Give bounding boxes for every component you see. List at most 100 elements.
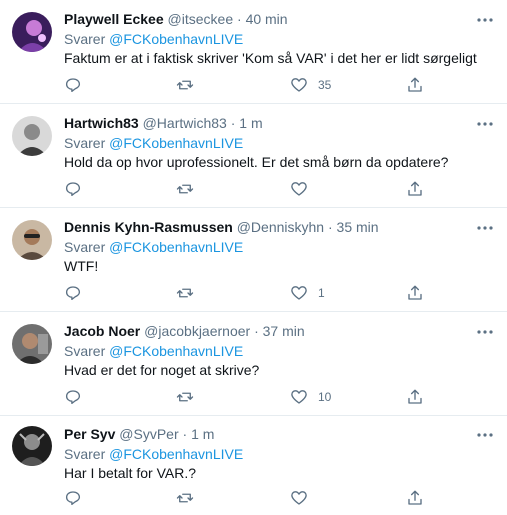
tweet-content: Playwell Eckee @itseckee · 40 min Svarer…	[64, 10, 495, 68]
timestamp[interactable]: 1 m	[239, 115, 262, 131]
display-name[interactable]: Playwell Eckee	[64, 11, 164, 27]
heart-icon	[290, 388, 308, 406]
timestamp[interactable]: 35 min	[337, 219, 379, 235]
share-icon	[406, 388, 424, 406]
share-icon	[406, 76, 424, 94]
heart-icon	[290, 284, 308, 302]
timestamp[interactable]: 40 min	[246, 11, 288, 27]
tweet[interactable]: Dennis Kyhn-Rasmussen @Denniskyhn · 35 m…	[0, 208, 507, 312]
tweet-content: Hartwich83 @Hartwich83 · 1 m Svarer @FCK…	[64, 114, 495, 172]
mention-link[interactable]: @FCKobenhavnLIVE	[109, 446, 243, 462]
tweet-text: Faktum er at i faktisk skriver 'Kom så V…	[64, 50, 477, 66]
like-button[interactable]: 10	[290, 387, 331, 407]
retweet-button[interactable]	[176, 179, 194, 199]
replying-to-label: Svarer	[64, 239, 106, 255]
tweet-actions: 1	[64, 283, 434, 303]
like-button[interactable]: 1	[290, 283, 325, 303]
avatar[interactable]	[12, 324, 52, 364]
tweet-text: Har I betalt for VAR.?	[64, 465, 197, 481]
avatar[interactable]	[12, 116, 52, 156]
replying-to: Svarer @FCKobenhavnLIVE	[64, 134, 495, 152]
mention-link[interactable]: @FCKobenhavnLIVE	[109, 31, 243, 47]
heart-icon	[290, 489, 308, 507]
share-button[interactable]	[406, 75, 424, 95]
tweet-content: Dennis Kyhn-Rasmussen @Denniskyhn · 35 m…	[64, 218, 495, 276]
separator: ·	[254, 323, 259, 339]
reply-button[interactable]	[64, 488, 82, 508]
like-count: 1	[318, 286, 325, 300]
reply-button[interactable]	[64, 179, 82, 199]
more-icon[interactable]	[475, 325, 495, 339]
like-button[interactable]	[290, 488, 318, 508]
share-button[interactable]	[406, 488, 424, 508]
replying-to: Svarer @FCKobenhavnLIVE	[64, 30, 495, 48]
reply-button[interactable]	[64, 75, 82, 95]
tweet-header: Playwell Eckee @itseckee · 40 min	[64, 10, 495, 28]
replying-to: Svarer @FCKobenhavnLIVE	[64, 445, 495, 463]
display-name[interactable]: Per Syv	[64, 426, 115, 442]
separator: ·	[182, 426, 188, 442]
separator: ·	[327, 219, 333, 235]
tweet-content: Jacob Noer @jacobkjaernoer · 37 min Svar…	[64, 322, 495, 380]
user-handle[interactable]: @itseckee	[168, 11, 234, 27]
timestamp[interactable]: 37 min	[263, 323, 305, 339]
heart-icon	[290, 180, 308, 198]
tweet-actions: 10	[64, 387, 434, 407]
like-count: 35	[318, 78, 332, 92]
like-count: 10	[318, 390, 332, 404]
timestamp[interactable]: 1 m	[191, 426, 214, 442]
replying-to: Svarer @FCKobenhavnLIVE	[64, 238, 495, 256]
avatar[interactable]	[12, 12, 52, 52]
retweet-button[interactable]	[176, 75, 194, 95]
mention-link[interactable]: @FCKobenhavnLIVE	[109, 343, 243, 359]
display-name[interactable]: Dennis Kyhn-Rasmussen	[64, 219, 233, 235]
user-handle[interactable]: @Hartwich83	[143, 115, 227, 131]
tweet-text: WTF!	[64, 258, 99, 274]
tweet-actions: 35	[64, 75, 434, 95]
more-icon[interactable]	[475, 428, 495, 442]
more-icon[interactable]	[475, 13, 495, 27]
reply-button[interactable]	[64, 387, 82, 407]
share-icon	[406, 180, 424, 198]
retweet-button[interactable]	[176, 387, 194, 407]
mention-link[interactable]: @FCKobenhavnLIVE	[109, 135, 243, 151]
share-button[interactable]	[406, 387, 424, 407]
replying-to: Svarer @FCKobenhavnLIVE	[64, 342, 495, 360]
share-button[interactable]	[406, 179, 424, 199]
more-icon[interactable]	[475, 117, 495, 131]
user-handle[interactable]: @Denniskyhn	[237, 219, 324, 235]
reply-icon	[64, 284, 82, 302]
tweet-text: Hold da op hvor uprofessionelt. Er det s…	[64, 154, 449, 170]
reply-icon	[64, 489, 82, 507]
avatar[interactable]	[12, 220, 52, 260]
reply-icon	[64, 180, 82, 198]
avatar[interactable]	[12, 426, 52, 466]
display-name[interactable]: Hartwich83	[64, 115, 139, 131]
display-name[interactable]: Jacob Noer	[64, 323, 140, 339]
share-icon	[406, 489, 424, 507]
share-button[interactable]	[406, 283, 424, 303]
reply-icon	[64, 76, 82, 94]
replying-to-label: Svarer	[64, 135, 106, 151]
tweet[interactable]: Jacob Noer @jacobkjaernoer · 37 min Svar…	[0, 312, 507, 416]
tweet[interactable]: Playwell Eckee @itseckee · 40 min Svarer…	[0, 0, 507, 104]
tweet-actions	[64, 488, 434, 508]
retweet-icon	[176, 284, 194, 302]
user-handle[interactable]: @SyvPer	[119, 426, 178, 442]
tweet-content: Per Syv @SyvPer · 1 m Svarer @FCKobenhav…	[64, 425, 495, 483]
retweet-button[interactable]	[176, 488, 194, 508]
retweet-button[interactable]	[176, 283, 194, 303]
reply-icon	[64, 388, 82, 406]
more-icon[interactable]	[475, 221, 495, 235]
like-button[interactable]	[290, 179, 318, 199]
tweet-header: Hartwich83 @Hartwich83 · 1 m	[64, 114, 495, 132]
tweet[interactable]: Hartwich83 @Hartwich83 · 1 m Svarer @FCK…	[0, 104, 507, 208]
mention-link[interactable]: @FCKobenhavnLIVE	[109, 239, 243, 255]
user-handle[interactable]: @jacobkjaernoer	[144, 323, 250, 339]
tweet[interactable]: Per Syv @SyvPer · 1 m Svarer @FCKobenhav…	[0, 416, 507, 515]
heart-icon	[290, 76, 308, 94]
tweet-header: Jacob Noer @jacobkjaernoer · 37 min	[64, 322, 495, 340]
like-button[interactable]: 35	[290, 75, 331, 95]
retweet-icon	[176, 489, 194, 507]
reply-button[interactable]	[64, 283, 82, 303]
